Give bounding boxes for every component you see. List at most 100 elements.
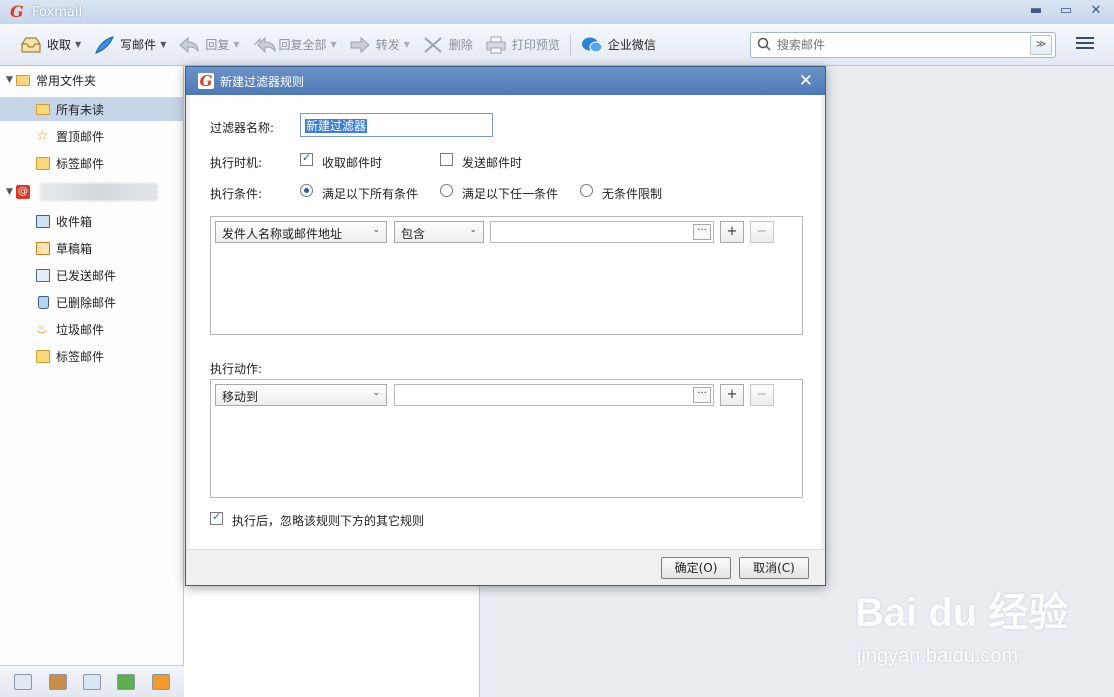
- action-target-input[interactable]: ···: [394, 384, 714, 406]
- remove-condition-button[interactable]: −: [750, 221, 774, 243]
- wechat-work-label: 企业微信: [607, 38, 656, 52]
- forward-dropdown-icon[interactable]: ▼: [404, 40, 410, 49]
- filter-name-input[interactable]: 新建过滤器: [300, 113, 493, 137]
- account-at-icon: @: [16, 185, 30, 199]
- timing-send-label: 发送邮件时: [462, 156, 523, 170]
- reply-button[interactable]: 回复 ▼: [172, 30, 245, 60]
- account-group[interactable]: ▼ @: [0, 180, 184, 204]
- dialog-close-button[interactable]: ✕: [799, 71, 813, 91]
- sidebar-item-drafts[interactable]: 草稿箱: [0, 236, 184, 260]
- foxmail-logo-icon: G: [10, 2, 24, 21]
- more-options-button[interactable]: ···: [693, 224, 711, 240]
- forward-button[interactable]: 转发 ▼: [343, 30, 416, 60]
- baidu-watermark-url: jingyan.baidu.com: [857, 645, 1019, 667]
- cond-all-label: 满足以下所有条件: [322, 187, 419, 201]
- calendar-icon[interactable]: [82, 673, 101, 690]
- inbox-icon: [36, 214, 50, 228]
- junk-fire-icon: ♨: [36, 321, 48, 337]
- reply-all-dropdown-icon[interactable]: ▼: [331, 40, 337, 49]
- sidebar-item-label: 标签邮件: [56, 349, 105, 364]
- condition-label: 执行条件:: [210, 187, 263, 201]
- ignore-rules-checkbox[interactable]: [210, 510, 223, 525]
- filter-name-label: 过滤器名称:: [210, 121, 275, 135]
- scissors-delete-icon: [422, 35, 444, 55]
- print-preview-button[interactable]: 打印预览: [479, 30, 566, 60]
- sidebar-item-sent[interactable]: 已发送邮件: [0, 263, 184, 287]
- browse-folder-button[interactable]: ···: [693, 387, 711, 403]
- app-title: Foxmail: [32, 4, 83, 20]
- add-action-button[interactable]: +: [720, 384, 744, 406]
- folder-sidebar: ▼ 常用文件夹 所有未读 ☆ 置顶邮件 标签邮件 ▼ @ 收件箱 草稿箱 已发送…: [0, 66, 184, 697]
- wechat-work-icon: [581, 35, 603, 55]
- delete-button[interactable]: 删除: [416, 30, 479, 60]
- sidebar-item-junk[interactable]: ♨ 垃圾邮件: [0, 317, 184, 341]
- cond-none-radio[interactable]: [580, 184, 593, 197]
- ok-button[interactable]: 确定(O): [661, 557, 731, 579]
- add-condition-button[interactable]: +: [720, 221, 744, 243]
- common-folders-group[interactable]: ▼ 常用文件夹: [0, 68, 184, 92]
- action-select[interactable]: 移动到 ⌄: [215, 384, 387, 406]
- action-value: 移动到: [222, 390, 259, 404]
- new-filter-rule-dialog: G 新建过滤器规则 ✕ 过滤器名称: 新建过滤器 执行时机: 收取邮件时 发送邮…: [185, 66, 826, 586]
- cond-none-label: 无条件限制: [602, 187, 663, 201]
- ignore-rules-label: 执行后，忽略该规则下方的其它规则: [232, 514, 425, 528]
- sidebar-item-label: 草稿箱: [56, 241, 93, 256]
- compose-dropdown-icon[interactable]: ▼: [160, 40, 166, 49]
- search-icon: [757, 37, 771, 54]
- receive-label: 收取: [47, 38, 72, 52]
- cond-any-radio[interactable]: [440, 184, 453, 197]
- timing-receive-label: 收取邮件时: [322, 156, 383, 170]
- conditions-panel: 发件人名称或邮件地址 ⌄ 包含 ⌄ ··· + −: [210, 216, 803, 335]
- reply-dropdown-icon[interactable]: ▼: [233, 40, 239, 49]
- reply-label: 回复: [205, 38, 230, 52]
- contacts-icon[interactable]: [48, 673, 67, 690]
- sidebar-item-tagged-account[interactable]: 标签邮件: [0, 344, 184, 368]
- actions-panel: 移动到 ⌄ ··· + −: [210, 379, 803, 498]
- close-button[interactable]: ✕: [1088, 2, 1104, 20]
- notes-icon[interactable]: [117, 673, 136, 690]
- sidebar-item-pinned[interactable]: ☆ 置顶邮件: [0, 124, 184, 148]
- timing-receive-checkbox[interactable]: [300, 151, 313, 166]
- reply-all-arrow-icon: [252, 35, 276, 55]
- condition-operator-select[interactable]: 包含 ⌄: [394, 221, 484, 243]
- expand-triangle-icon[interactable]: ▼: [6, 187, 16, 197]
- timing-send-checkbox[interactable]: [440, 153, 453, 166]
- search-input[interactable]: [777, 34, 1030, 56]
- inbox-tray-icon: [20, 35, 42, 55]
- cond-any-label: 满足以下任一条件: [462, 187, 559, 201]
- cancel-button[interactable]: 取消(C): [739, 557, 809, 579]
- filter-name-value: 新建过滤器: [305, 119, 368, 133]
- title-bar: G Foxmail ▬ ▭ ✕: [0, 0, 1114, 24]
- main-menu-button[interactable]: [1076, 37, 1094, 53]
- sidebar-item-label: 垃圾邮件: [56, 322, 105, 337]
- chevron-down-icon: ⌄: [372, 225, 380, 235]
- reply-all-button[interactable]: 回复全部 ▼: [246, 30, 343, 60]
- search-box[interactable]: ≫: [750, 32, 1056, 58]
- sidebar-item-unread[interactable]: 所有未读: [0, 97, 184, 121]
- wechat-work-button[interactable]: 企业微信: [575, 30, 662, 60]
- dialog-footer: 确定(O) 取消(C): [186, 549, 825, 585]
- mail-view-icon[interactable]: [14, 673, 33, 690]
- sidebar-item-label: 已删除邮件: [56, 295, 117, 310]
- sidebar-item-tagged[interactable]: 标签邮件: [0, 151, 184, 175]
- feather-pen-icon: [93, 35, 115, 55]
- action-label: 执行动作:: [210, 362, 263, 376]
- receive-dropdown-icon[interactable]: ▼: [75, 40, 81, 49]
- condition-value-input[interactable]: ···: [490, 221, 714, 243]
- compose-button[interactable]: 写邮件 ▼: [87, 30, 172, 60]
- cond-all-radio[interactable]: [300, 184, 313, 197]
- sidebar-item-inbox[interactable]: 收件箱: [0, 209, 184, 233]
- receive-button[interactable]: 收取 ▼: [14, 30, 87, 60]
- expand-triangle-icon[interactable]: ▼: [6, 75, 16, 85]
- rss-icon[interactable]: [151, 673, 170, 690]
- sidebar-item-deleted[interactable]: 已删除邮件: [0, 290, 184, 314]
- dialog-title: 新建过滤器规则: [220, 74, 305, 89]
- remove-action-button[interactable]: −: [750, 384, 774, 406]
- tag-icon: [36, 156, 50, 170]
- tag-icon: [36, 349, 50, 363]
- condition-field-select[interactable]: 发件人名称或邮件地址 ⌄: [215, 221, 387, 243]
- sidebar-item-label: 标签邮件: [56, 156, 105, 171]
- minimize-button[interactable]: ▬: [1028, 2, 1044, 20]
- search-options-button[interactable]: ≫: [1030, 35, 1052, 55]
- maximize-button[interactable]: ▭: [1058, 2, 1074, 20]
